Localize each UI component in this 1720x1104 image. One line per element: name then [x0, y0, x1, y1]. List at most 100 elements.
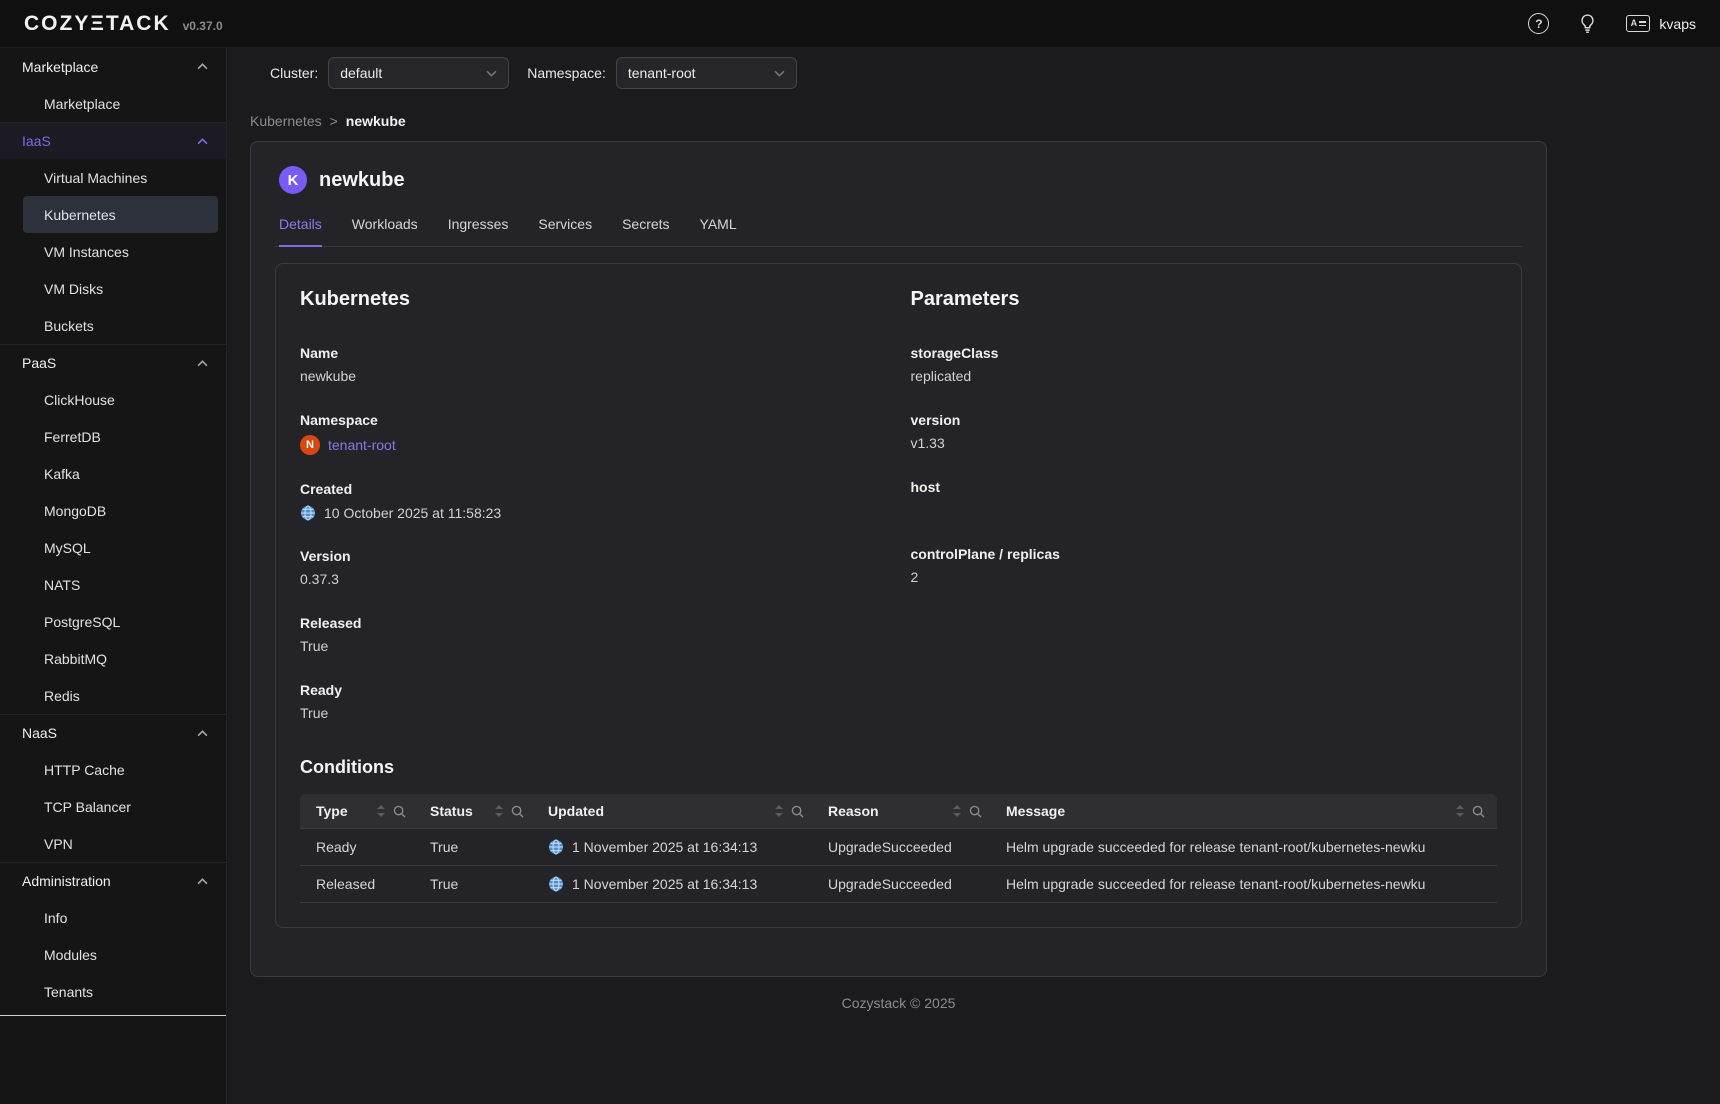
- tab-details[interactable]: Details: [279, 216, 322, 246]
- sidebar-item-ferretdb[interactable]: FerretDB: [0, 418, 226, 455]
- breadcrumb-separator: >: [330, 113, 338, 129]
- sidebar-item-modules[interactable]: Modules: [0, 936, 226, 973]
- badge-lines: [1639, 21, 1646, 26]
- app-root: COZYΞTACK v0.37.0 ? A kvaps Marketplace: [0, 0, 1720, 1104]
- right-heading: Parameters: [911, 288, 1498, 311]
- sidebar-item-virtual-machines[interactable]: Virtual Machines: [0, 159, 226, 196]
- column-header-reason[interactable]: Reason: [816, 794, 994, 829]
- sidebar-divider: [0, 1015, 226, 1016]
- top-header: COZYΞTACK v0.37.0 ? A kvaps: [0, 0, 1720, 48]
- column-header-type[interactable]: Type: [300, 794, 418, 829]
- cluster-select[interactable]: default: [328, 57, 509, 89]
- sort-icon[interactable]: [774, 805, 784, 817]
- theme-toggle-bulb-icon[interactable]: [1579, 14, 1596, 33]
- chevron-up-icon: [197, 63, 208, 70]
- sidebar-item-mongodb[interactable]: MongoDB: [0, 492, 226, 529]
- chevron-up-icon: [197, 730, 208, 737]
- cell-type: Ready: [300, 829, 418, 866]
- field-storageclass: storageClass replicated: [911, 345, 1498, 386]
- namespace-value: tenant-root: [628, 65, 696, 81]
- search-icon[interactable]: [511, 805, 524, 818]
- sort-icon[interactable]: [1455, 805, 1465, 817]
- globe-icon: [548, 839, 564, 855]
- cell-message: Helm upgrade succeeded for release tenan…: [994, 866, 1497, 903]
- tab-services[interactable]: Services: [538, 216, 592, 246]
- field-created: Created 10 October 2025 at 11:58:23: [300, 481, 887, 522]
- field-namespace: Namespace N tenant-root: [300, 412, 887, 455]
- chevron-up-icon: [197, 878, 208, 885]
- details-left-column: Kubernetes Name newkube Namespace N tena…: [300, 288, 887, 749]
- tab-workloads[interactable]: Workloads: [352, 216, 418, 246]
- field-controlplane-replicas: controlPlane / replicas 2: [911, 546, 1498, 587]
- section-label: PaaS: [22, 355, 56, 371]
- search-icon[interactable]: [969, 805, 982, 818]
- sidebar-item-clickhouse[interactable]: ClickHouse: [0, 381, 226, 418]
- sidebar-item-marketplace[interactable]: Marketplace: [0, 85, 226, 122]
- resource-card: K newkube Details Workloads Ingresses Se…: [250, 141, 1547, 977]
- sidebar-item-tcp-balancer[interactable]: TCP Balancer: [0, 788, 226, 825]
- field-ready: Ready True: [300, 682, 887, 723]
- cell-status: True: [418, 829, 536, 866]
- cluster-value: default: [340, 65, 382, 81]
- sidebar-section-iaas[interactable]: IaaS: [0, 122, 226, 159]
- card-title-row: K newkube: [275, 166, 1522, 194]
- search-icon[interactable]: [393, 805, 406, 818]
- sort-icon[interactable]: [494, 805, 504, 817]
- sidebar-item-buckets[interactable]: Buckets: [0, 307, 226, 344]
- tab-secrets[interactable]: Secrets: [622, 216, 669, 246]
- namespace-link[interactable]: tenant-root: [328, 437, 396, 453]
- sidebar: Marketplace Marketplace IaaS Virtual Mac…: [0, 48, 227, 1104]
- sidebar-item-vm-disks[interactable]: VM Disks: [0, 270, 226, 307]
- page-title: newkube: [319, 169, 405, 192]
- sidebar-item-redis[interactable]: Redis: [0, 677, 226, 714]
- sidebar-item-mysql[interactable]: MySQL: [0, 529, 226, 566]
- section-label: Marketplace: [22, 59, 98, 75]
- details-grid: Kubernetes Name newkube Namespace N tena…: [300, 288, 1497, 749]
- search-icon[interactable]: [791, 805, 804, 818]
- sidebar-item-info[interactable]: Info: [0, 899, 226, 936]
- conditions-table: Type Status: [300, 794, 1497, 903]
- sidebar-section-paas[interactable]: PaaS: [0, 344, 226, 381]
- logo: COZYΞTACK: [24, 12, 171, 36]
- column-header-status[interactable]: Status: [418, 794, 536, 829]
- chevron-up-icon: [197, 360, 208, 367]
- search-icon[interactable]: [1472, 805, 1485, 818]
- table-row: Released True 1 November 2025 at 16: [300, 866, 1497, 903]
- sidebar-item-kafka[interactable]: Kafka: [0, 455, 226, 492]
- details-panel: Kubernetes Name newkube Namespace N tena…: [275, 263, 1522, 928]
- help-icon[interactable]: ?: [1528, 13, 1549, 34]
- cell-status: True: [418, 866, 536, 903]
- sidebar-item-vpn[interactable]: VPN: [0, 825, 226, 862]
- tab-yaml[interactable]: YAML: [700, 216, 737, 246]
- sidebar-section-naas[interactable]: NaaS: [0, 714, 226, 751]
- breadcrumb-current: newkube: [346, 113, 406, 129]
- sidebar-item-nats[interactable]: NATS: [0, 566, 226, 603]
- sidebar-item-postgresql[interactable]: PostgreSQL: [0, 603, 226, 640]
- column-header-message[interactable]: Message: [994, 794, 1497, 829]
- details-right-column: Parameters storageClass replicated versi…: [911, 288, 1498, 749]
- sidebar-item-http-cache[interactable]: HTTP Cache: [0, 751, 226, 788]
- globe-icon: [300, 505, 316, 521]
- user-menu[interactable]: A kvaps: [1626, 15, 1696, 32]
- badge-letter: A: [1631, 19, 1638, 28]
- sidebar-item-rabbitmq[interactable]: RabbitMQ: [0, 640, 226, 677]
- sidebar-item-tenants[interactable]: Tenants: [0, 973, 226, 1010]
- breadcrumb-kubernetes[interactable]: Kubernetes: [250, 113, 322, 129]
- left-heading: Kubernetes: [300, 288, 887, 311]
- chevron-down-icon: [774, 70, 785, 77]
- table-header-row: Type Status: [300, 794, 1497, 829]
- sidebar-item-vm-instances[interactable]: VM Instances: [0, 233, 226, 270]
- tab-ingresses[interactable]: Ingresses: [448, 216, 509, 246]
- cell-reason: UpgradeSucceeded: [816, 829, 994, 866]
- sort-icon[interactable]: [376, 805, 386, 817]
- sidebar-section-marketplace[interactable]: Marketplace: [0, 48, 226, 85]
- header-actions: ? A kvaps: [1528, 13, 1696, 34]
- namespace-select[interactable]: tenant-root: [616, 57, 797, 89]
- cell-updated: 1 November 2025 at 16:34:13: [536, 829, 816, 866]
- column-header-updated[interactable]: Updated: [536, 794, 816, 829]
- sidebar-item-kubernetes[interactable]: Kubernetes: [23, 196, 218, 233]
- field-released: Released True: [300, 615, 887, 656]
- sidebar-section-administration[interactable]: Administration: [0, 862, 226, 899]
- breadcrumb: Kubernetes > newkube: [250, 113, 1720, 129]
- sort-icon[interactable]: [952, 805, 962, 817]
